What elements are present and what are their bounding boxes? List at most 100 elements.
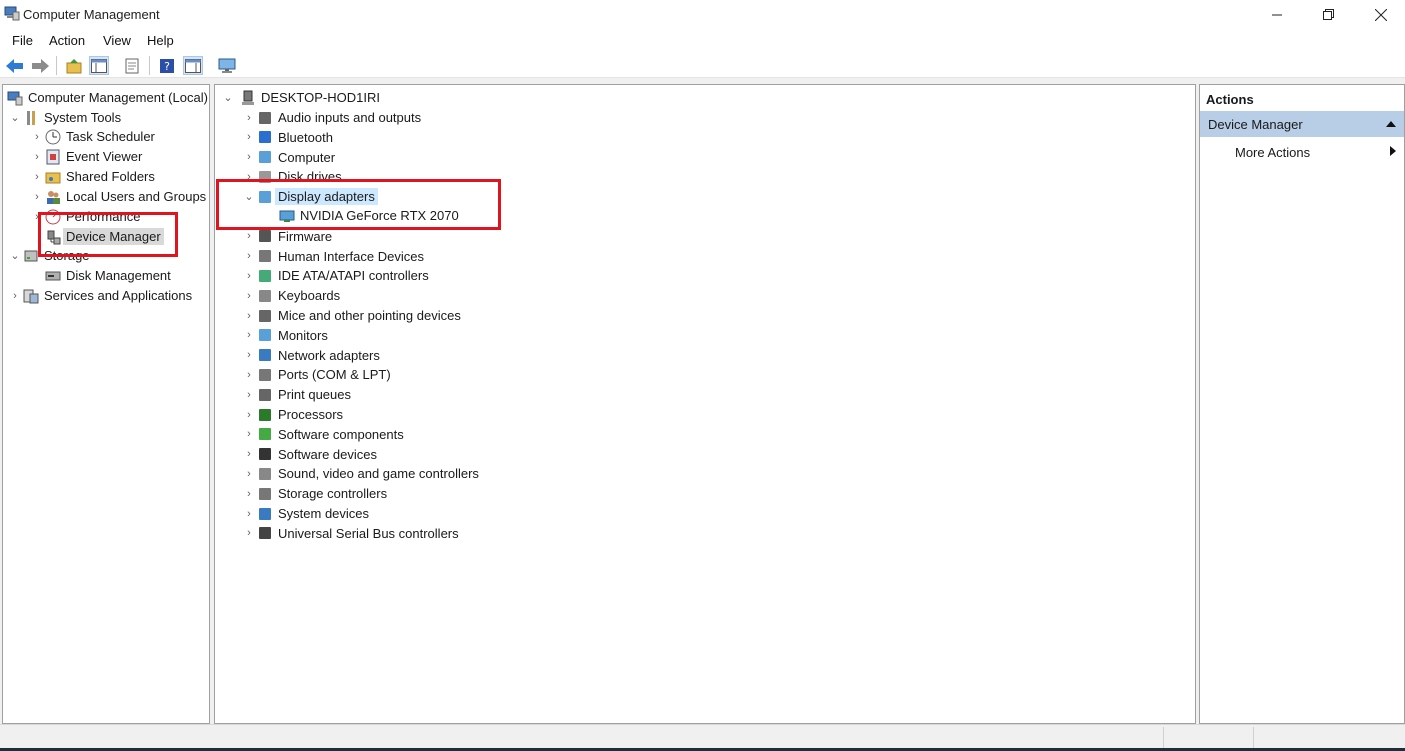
back-button[interactable] xyxy=(5,56,25,75)
disk-drive-icon xyxy=(259,170,271,183)
device-category-label: Software devices xyxy=(278,446,377,462)
toolbar-separator xyxy=(149,56,150,75)
chevron-right-icon[interactable]: › xyxy=(241,346,257,365)
chevron-right-icon[interactable]: › xyxy=(29,147,45,166)
chevron-right-icon[interactable]: › xyxy=(241,227,257,246)
actions-section-device-manager[interactable]: Device Manager xyxy=(1200,111,1404,137)
minimize-button[interactable] xyxy=(1251,0,1303,30)
users-icon xyxy=(47,190,60,204)
chevron-right-icon[interactable]: › xyxy=(241,425,257,444)
chevron-right-icon[interactable]: › xyxy=(241,385,257,404)
chevron-down-icon[interactable]: ⌄ xyxy=(241,187,257,206)
device-item-gpu[interactable]: NVIDIA GeForce RTX 2070 xyxy=(279,206,459,225)
tree-item-computer-management[interactable]: Computer Management (Local) xyxy=(7,88,208,107)
firmware-icon xyxy=(259,230,271,243)
chevron-right-icon[interactable]: › xyxy=(241,167,257,186)
up-folder-button[interactable] xyxy=(64,56,84,75)
tree-item-system-tools[interactable]: ⌄ System Tools xyxy=(7,108,121,127)
chevron-right-icon[interactable]: › xyxy=(241,464,257,483)
chevron-down-icon[interactable]: ⌄ xyxy=(220,88,236,107)
submenu-arrow-icon[interactable] xyxy=(1390,146,1396,156)
tree-item-services-applications[interactable]: › Services and Applications xyxy=(7,286,192,305)
tree-item-label: Task Scheduler xyxy=(66,129,155,144)
device-category-row[interactable]: › Bluetooth xyxy=(241,128,333,147)
device-category-row[interactable]: › Software components xyxy=(241,425,404,444)
monitor-icon xyxy=(259,329,271,342)
help-icon: ? xyxy=(160,58,174,73)
device-category-row[interactable]: › Software devices xyxy=(241,445,377,464)
tree-item-label: Services and Applications xyxy=(44,288,193,303)
properties-button[interactable] xyxy=(122,56,142,75)
chevron-right-icon[interactable]: › xyxy=(241,128,257,147)
device-category-row[interactable]: › Monitors xyxy=(241,326,328,345)
device-category-row[interactable]: › Computer xyxy=(241,148,335,167)
tree-item-performance[interactable]: › Performance xyxy=(29,207,140,226)
menu-file[interactable]: File xyxy=(12,33,33,48)
chevron-right-icon[interactable]: › xyxy=(241,326,257,345)
device-category-row[interactable]: › Network adapters xyxy=(241,346,380,365)
keyboard-icon xyxy=(259,289,271,302)
chevron-right-icon[interactable]: › xyxy=(7,286,23,305)
chevron-right-icon[interactable]: › xyxy=(29,167,45,186)
chevron-right-icon[interactable]: › xyxy=(241,286,257,305)
chevron-right-icon[interactable]: › xyxy=(241,484,257,503)
pane-splitter[interactable] xyxy=(210,84,213,724)
tree-item-device-manager[interactable]: Device Manager xyxy=(45,227,164,246)
software-component-icon xyxy=(259,428,271,441)
tree-item-disk-management[interactable]: Disk Management xyxy=(45,266,171,285)
tree-item-shared-folders[interactable]: › Shared Folders xyxy=(29,167,155,186)
tree-item-event-viewer[interactable]: › Event Viewer xyxy=(29,147,142,166)
folder-up-icon xyxy=(66,58,82,73)
show-hide-action-pane-button[interactable] xyxy=(183,56,203,75)
device-category-row[interactable]: › Audio inputs and outputs xyxy=(241,108,421,127)
forward-button[interactable] xyxy=(30,56,50,75)
chevron-right-icon[interactable]: › xyxy=(241,108,257,127)
menu-help[interactable]: Help xyxy=(147,33,174,48)
more-actions-link[interactable]: More Actions xyxy=(1235,145,1310,160)
chevron-right-icon[interactable]: › xyxy=(29,127,45,146)
tree-item-task-scheduler[interactable]: › Task Scheduler xyxy=(29,127,155,146)
chevron-right-icon[interactable]: › xyxy=(241,148,257,167)
device-category-row[interactable]: › System devices xyxy=(241,504,369,523)
chevron-right-icon[interactable]: › xyxy=(241,504,257,523)
menu-view[interactable]: View xyxy=(103,33,131,48)
device-category-row[interactable]: › Storage controllers xyxy=(241,484,387,503)
device-category-row[interactable]: › Mice and other pointing devices xyxy=(241,306,461,325)
chevron-right-icon[interactable]: › xyxy=(241,445,257,464)
chevron-down-icon[interactable]: ⌄ xyxy=(7,246,23,265)
device-category-row[interactable]: ⌄ Display adapters xyxy=(241,187,378,206)
device-category-row[interactable]: › Print queues xyxy=(241,385,351,404)
device-category-row[interactable]: › Processors xyxy=(241,405,343,424)
close-button[interactable] xyxy=(1355,0,1405,30)
show-hide-console-tree-button[interactable] xyxy=(89,56,109,75)
device-tree-root[interactable]: ⌄ DESKTOP-HOD1IRI xyxy=(220,88,380,107)
toolbar: ? xyxy=(0,52,1405,78)
chevron-down-icon[interactable]: ⌄ xyxy=(7,108,23,127)
tree-item-storage[interactable]: ⌄ Storage xyxy=(7,246,89,265)
device-tree-root-label: DESKTOP-HOD1IRI xyxy=(261,90,380,105)
chevron-right-icon[interactable]: › xyxy=(241,247,257,266)
chevron-right-icon[interactable]: › xyxy=(241,405,257,424)
device-category-row[interactable]: › IDE ATA/ATAPI controllers xyxy=(241,266,429,285)
menu-action[interactable]: Action xyxy=(49,33,85,48)
device-category-row[interactable]: › Ports (COM & LPT) xyxy=(241,365,391,384)
chevron-right-icon[interactable]: › xyxy=(241,524,257,543)
chevron-right-icon[interactable]: › xyxy=(241,306,257,325)
device-category-row[interactable]: › Disk drives xyxy=(241,167,341,186)
chevron-right-icon[interactable]: › xyxy=(241,365,257,384)
restore-button[interactable] xyxy=(1303,0,1355,30)
device-category-row[interactable]: › Universal Serial Bus controllers xyxy=(241,524,458,543)
device-category-row[interactable]: › Keyboards xyxy=(241,286,340,305)
collapse-triangle-icon[interactable] xyxy=(1386,121,1396,127)
chevron-right-icon[interactable]: › xyxy=(241,266,257,285)
device-category-row[interactable]: › Sound, video and game controllers xyxy=(241,464,479,483)
tree-item-local-users-groups[interactable]: › Local Users and Groups xyxy=(29,187,206,206)
console-tree-pane: Computer Management (Local) ⌄ System Too… xyxy=(2,84,210,724)
scan-hardware-button[interactable] xyxy=(217,56,237,75)
chevron-right-icon[interactable]: › xyxy=(29,207,45,226)
chevron-right-icon[interactable]: › xyxy=(29,187,45,206)
device-category-row[interactable]: › Firmware xyxy=(241,227,332,246)
storage-icon xyxy=(24,250,38,261)
help-button[interactable]: ? xyxy=(157,56,177,75)
device-category-row[interactable]: › Human Interface Devices xyxy=(241,247,424,266)
